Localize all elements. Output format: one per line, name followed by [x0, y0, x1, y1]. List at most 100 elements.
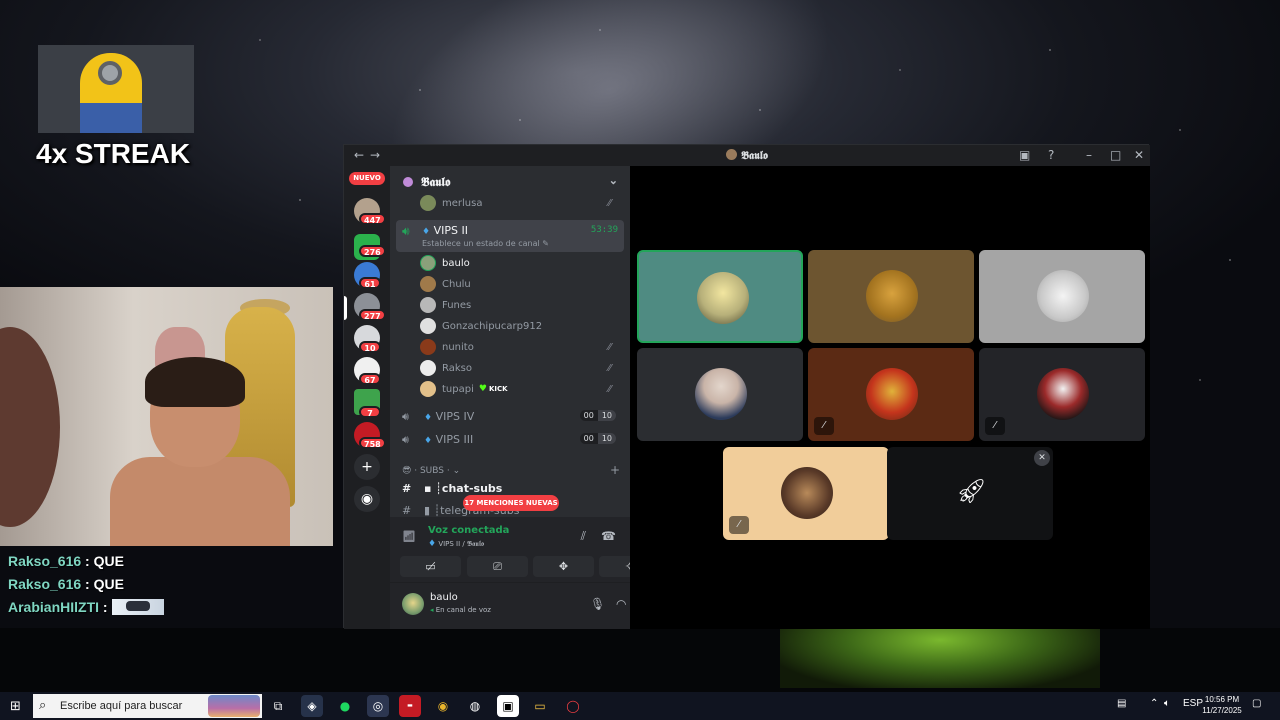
task-view-icon[interactable]: ⧉	[267, 695, 289, 717]
mute-icon: ⁄⁄	[608, 383, 612, 395]
search-input[interactable]: Escribe aquí para buscar	[60, 700, 182, 712]
minimize-icon[interactable]: –	[1086, 148, 1092, 162]
server-header-icon	[403, 177, 413, 187]
mention-badge: 758	[359, 437, 386, 449]
user-limit-badge: 00 10	[579, 410, 616, 421]
avatar	[420, 195, 436, 211]
app-icon[interactable]: ▬	[399, 695, 421, 717]
webcam-feed	[0, 287, 333, 546]
user-panel: baulo ◂ En canal de voz 🎙︎ ◠ ⚙	[390, 583, 653, 629]
add-server-button[interactable]: +	[354, 454, 380, 480]
mention-badge: 447	[359, 213, 386, 225]
app-icon[interactable]: ▣	[497, 695, 519, 717]
participant-tile[interactable]: ⁄	[808, 348, 974, 441]
inbox-icon[interactable]: ▣	[1019, 148, 1030, 162]
activities-button[interactable]: ✥	[533, 556, 594, 577]
voice-member[interactable]: Rakso ⁄⁄	[420, 358, 611, 378]
boost-invite-tile[interactable]: 🚀︎	[887, 447, 1053, 540]
avatar	[866, 270, 918, 322]
voice-member[interactable]: Chulu	[420, 274, 471, 294]
close-icon[interactable]: ✕	[1034, 450, 1050, 466]
help-icon[interactable]: ?	[1048, 148, 1054, 162]
discover-icon[interactable]: ◉	[354, 486, 380, 512]
voice-member[interactable]: merlusa ⁄⁄	[420, 193, 611, 213]
kick-badge: ♥ KICK	[478, 384, 508, 394]
mention-badge: 10	[359, 341, 381, 353]
noise-suppression-icon[interactable]: ⫽	[581, 529, 586, 544]
participant-tile[interactable]	[637, 250, 803, 343]
channel-status[interactable]: Establece un estado de canal ✎	[422, 239, 549, 248]
voice-channel[interactable]: 🔊︎ ♦ VIPS IV 00 10	[400, 407, 622, 427]
streak-label: 4x STREAK	[36, 138, 191, 169]
chat-text: QUE	[93, 552, 124, 569]
chat-text: QUE	[93, 575, 124, 592]
chevron-down-icon[interactable]: ⌄	[609, 174, 618, 187]
voice-member[interactable]: Gonzachipucarp912	[420, 316, 542, 336]
voice-member[interactable]: Funes	[420, 295, 471, 315]
windows-start-icon[interactable]: ⊞	[10, 699, 21, 714]
taskbar-search[interactable]: ⌕ Escribe aquí para buscar	[33, 694, 262, 718]
avatar	[420, 318, 436, 334]
avatar[interactable]	[402, 593, 424, 615]
mention-badge: 61	[359, 277, 381, 289]
chat-username: ArabianHIlZTI	[8, 598, 100, 615]
avatar	[697, 272, 749, 324]
chrome-icon[interactable]: ◉	[432, 695, 454, 717]
avatar	[866, 368, 918, 420]
obs-icon[interactable]: ◍	[464, 695, 486, 717]
avatar	[420, 276, 436, 292]
camera-button[interactable]: ▭̸	[400, 556, 461, 577]
channel-name: ♦ VIPS II	[422, 224, 468, 237]
participant-tile[interactable]	[808, 250, 974, 343]
headphones-icon[interactable]: ◠	[616, 597, 626, 611]
server-icon	[726, 149, 738, 160]
add-channel-icon[interactable]: +	[610, 463, 620, 477]
mention-badge: 67	[359, 373, 381, 385]
call-timer: 53:39	[590, 225, 618, 235]
stream-chat: Rakso_616 : QUE Rakso_616 : QUE ArabianH…	[8, 549, 164, 618]
chevron-up-icon[interactable]: ⌃	[1150, 698, 1158, 709]
close-icon[interactable]: ✕	[1134, 148, 1144, 162]
chat-emote-image	[111, 598, 164, 615]
opera-icon[interactable]: ◯	[562, 695, 584, 717]
notifications-icon[interactable]: ▢	[1252, 698, 1261, 709]
voice-member[interactable]: baulo	[420, 253, 470, 273]
microphone-icon[interactable]: 🎙︎	[590, 597, 605, 611]
chat-message: Rakso_616 : QUE	[8, 552, 124, 569]
participant-tile[interactable]	[979, 250, 1145, 343]
keyboard-icon[interactable]: ▤	[1117, 698, 1126, 709]
participant-tile[interactable]	[637, 348, 803, 441]
participant-tile[interactable]: ⁄	[723, 447, 889, 540]
taskbar-clock[interactable]: 10:56 PM 11/27/2025	[1198, 694, 1246, 716]
screen-share-button[interactable]: ⎚	[467, 556, 528, 577]
disconnect-icon[interactable]: ☎	[601, 529, 616, 543]
avatar	[420, 255, 436, 271]
signal-icon[interactable]: 📶︎	[402, 530, 416, 543]
avatar	[1037, 270, 1089, 322]
chat-username: Rakso_616	[8, 552, 82, 569]
discord-icon[interactable]: ◎	[367, 695, 389, 717]
speaker-icon: 🔊︎	[402, 224, 410, 238]
channel-name: VIPS III	[435, 433, 474, 446]
muted-icon: ⁄	[985, 417, 1005, 435]
chat-message: Rakso_616 : QUE	[8, 575, 124, 592]
spotify-icon[interactable]: ●	[334, 695, 356, 717]
voice-member[interactable]: nunito ⁄⁄	[420, 337, 611, 357]
voice-channel[interactable]: 🔊︎ ♦ VIPS III 00 10	[400, 430, 622, 450]
new-mentions-badge[interactable]: 17 MENCIONES NUEVAS	[463, 495, 559, 511]
file-explorer-icon[interactable]: ▭	[529, 695, 551, 717]
hash-icon: #	[402, 482, 412, 495]
category-subs[interactable]: 😎 · SUBS · ⌄	[402, 466, 460, 476]
voice-channel-active[interactable]: 🔊︎ ♦ VIPS II 53:39 Establece un estado d…	[396, 220, 624, 252]
participant-tile[interactable]: ⁄	[979, 348, 1145, 441]
channel-list: 𝕭𝖆𝖚𝖑𝖔 ⌄ merlusa ⁄⁄ 🔊︎ ♦ VIPS II 53:39 Es…	[390, 166, 630, 517]
mention-badge: 277	[359, 309, 386, 321]
voice-status[interactable]: Voz conectada	[428, 525, 509, 536]
channel-name: ┊chat-subs	[435, 482, 503, 495]
maximize-icon[interactable]: □	[1110, 148, 1121, 162]
volume-icon[interactable]: 🔈︎	[1164, 698, 1170, 709]
channel-name: VIPS IV	[435, 410, 475, 423]
copilot-icon[interactable]: ◈	[301, 695, 323, 717]
user-status: ◂ En canal de voz	[430, 606, 491, 614]
voice-member[interactable]: tupapi ♥ KICK ⁄⁄	[420, 379, 611, 399]
